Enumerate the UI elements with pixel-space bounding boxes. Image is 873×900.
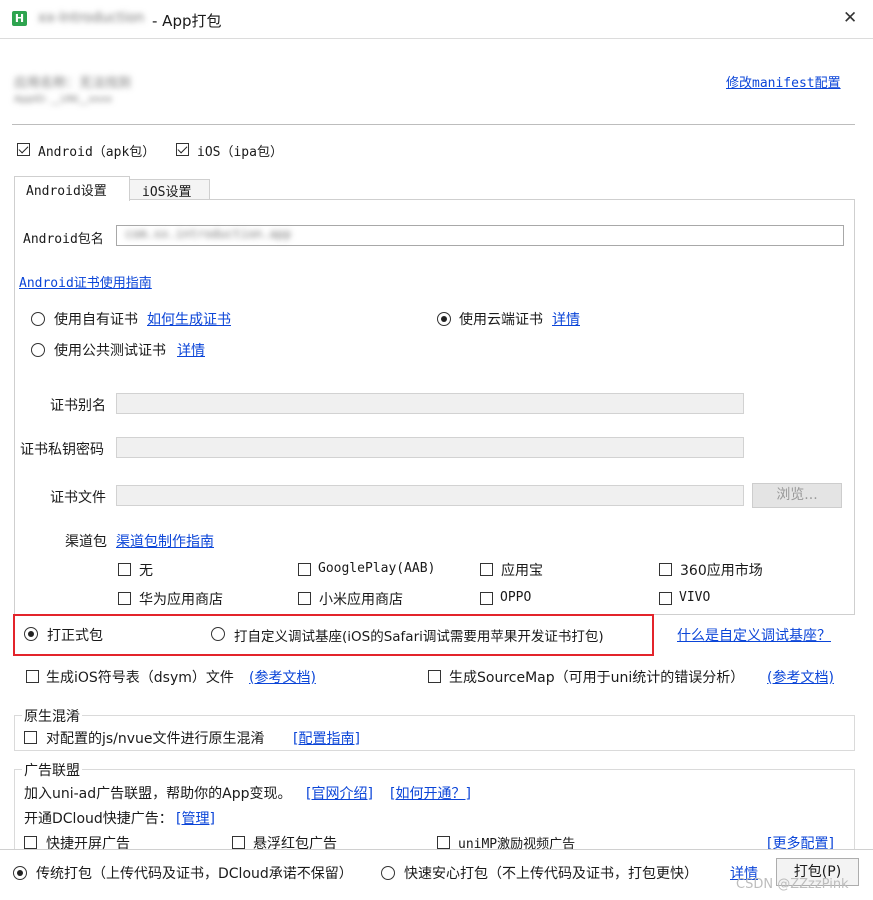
how-to-generate-cert-link[interactable]: 如何生成证书: [147, 309, 231, 329]
ads-how-to-open-link[interactable]: [如何开通？]: [390, 783, 471, 803]
unimp-video-ad-checkbox[interactable]: [437, 836, 450, 849]
ios-checkbox[interactable]: [176, 143, 189, 156]
channel-vivo-checkbox[interactable]: [659, 592, 672, 605]
splash-ad-label: 快捷开屏广告: [46, 836, 130, 849]
channel-360-checkbox[interactable]: [659, 563, 672, 576]
window-title: - App打包: [152, 12, 222, 30]
cert-file-label: 证书文件: [50, 490, 106, 506]
channel-xiaomi-label: 小米应用商店: [319, 592, 403, 608]
sourcemap-doc-link[interactable]: (参考文档): [767, 667, 834, 687]
red-packet-ad-label: 悬浮红包广告: [253, 836, 337, 849]
title-bar: H xx-Introduction - App打包 ✕: [0, 0, 873, 39]
channel-guide-link[interactable]: 渠道包制作指南: [116, 531, 214, 551]
package-name-input[interactable]: com.xx.introduction.app: [116, 225, 844, 246]
traditional-build-radio[interactable]: [13, 866, 27, 880]
dsym-checkbox[interactable]: [26, 670, 39, 683]
formal-package-radio[interactable]: [24, 627, 38, 641]
channel-huawei-label: 华为应用商店: [139, 592, 223, 608]
app-name: 应用名称：无法找到: [14, 76, 132, 91]
tab-android-label: Android设置: [26, 184, 107, 199]
ads-intro: 加入uni-ad广告联盟，帮助你的App变现。: [24, 786, 292, 802]
public-test-cert-radio[interactable]: [31, 343, 45, 357]
close-icon[interactable]: ✕: [843, 8, 857, 28]
dsym-label: 生成iOS符号表（dsym）文件: [46, 670, 234, 686]
tab-android-settings[interactable]: Android设置: [14, 176, 130, 201]
android-checkbox[interactable]: [17, 143, 30, 156]
browse-button[interactable]: 浏览...: [752, 483, 842, 508]
red-packet-ad-checkbox[interactable]: [232, 836, 245, 849]
fast-build-radio[interactable]: [381, 866, 395, 880]
more-config-link[interactable]: [更多配置]: [767, 833, 834, 849]
browse-button-label: 浏览...: [776, 487, 818, 503]
hbuilder-logo-icon: H: [12, 11, 27, 26]
channel-vivo-label: VIVO: [679, 590, 711, 605]
package-name-value: com.xx.introduction.app: [125, 227, 292, 241]
fast-build-label: 快速安心打包（不上传代码及证书，打包更快）: [404, 866, 698, 882]
tab-ios-label: iOS设置: [142, 185, 192, 200]
window-title-project: xx-Introduction: [38, 10, 145, 26]
channel-yingyongbao-checkbox[interactable]: [480, 563, 493, 576]
cert-password-label: 证书私钥密码: [20, 442, 104, 458]
package-name-label: Android包名: [23, 232, 104, 247]
cert-password-input[interactable]: [116, 437, 744, 458]
channel-360-label: 360应用市场: [680, 563, 763, 579]
dcloud-ads-label: 开通DCloud快捷广告：: [24, 811, 173, 827]
sourcemap-checkbox[interactable]: [428, 670, 441, 683]
channel-oppo-checkbox[interactable]: [480, 592, 493, 605]
dcloud-ads-manage-link[interactable]: [管理]: [176, 808, 215, 828]
formal-package-label: 打正式包: [47, 628, 103, 644]
obfuscation-label: 对配置的js/nvue文件进行原生混淆: [46, 731, 265, 747]
ads-official-intro-link[interactable]: [官网介绍]: [306, 783, 373, 803]
custom-debug-base-label: 打自定义调试基座(iOS的Safari调试需要用苹果开发证书打包): [234, 629, 604, 645]
custom-debug-base-radio[interactable]: [211, 627, 225, 641]
channel-oppo-label: OPPO: [500, 590, 532, 605]
app-id: AppID: __UNI__xxxx: [14, 94, 113, 105]
channel-huawei-checkbox[interactable]: [118, 592, 131, 605]
cert-file-input[interactable]: [116, 485, 744, 506]
unimp-video-ad-label: uniMP激励视频广告: [458, 837, 576, 849]
tab-ios-settings[interactable]: iOS设置: [128, 179, 210, 200]
what-is-custom-debug-base-link[interactable]: 什么是自定义调试基座？: [677, 625, 831, 645]
csdn-watermark: CSDN @ZZzzPink: [736, 877, 849, 892]
cloud-cert-radio[interactable]: [437, 312, 451, 326]
splash-ad-checkbox[interactable]: [24, 836, 37, 849]
channel-none-checkbox[interactable]: [118, 563, 131, 576]
sourcemap-label: 生成SourceMap（可用于uni统计的错误分析）: [449, 670, 745, 686]
footer-bar: 传统打包（上传代码及证书，DCloud承诺不保留） 快速安心打包（不上传代码及证…: [0, 849, 873, 900]
traditional-build-label: 传统打包（上传代码及证书，DCloud承诺不保留）: [36, 866, 353, 882]
cert-alias-input[interactable]: [116, 393, 744, 414]
cloud-cert-label: 使用云端证书: [459, 312, 543, 328]
own-cert-label: 使用自有证书: [54, 312, 138, 328]
channel-label: 渠道包: [65, 534, 107, 550]
own-cert-radio[interactable]: [31, 312, 45, 326]
channel-xiaomi-checkbox[interactable]: [298, 592, 311, 605]
obfuscation-guide-link[interactable]: [配置指南]: [293, 728, 360, 748]
public-test-cert-details-link[interactable]: 详情: [177, 340, 205, 360]
public-test-cert-label: 使用公共测试证书: [54, 343, 166, 359]
android-checkbox-label: Android（apk包）: [38, 145, 156, 160]
channel-googleplay-label: GooglePlay(AAB): [318, 561, 436, 576]
ads-title: 广告联盟: [22, 760, 82, 780]
dsym-doc-link[interactable]: (参考文档): [249, 667, 316, 687]
cloud-cert-details-link[interactable]: 详情: [552, 309, 580, 329]
android-cert-guide-link[interactable]: Android证书使用指南: [19, 272, 152, 291]
modify-manifest-link[interactable]: 修改manifest配置: [726, 72, 841, 91]
channel-none-label: 无: [139, 563, 153, 579]
ios-checkbox-label: iOS（ipa包）: [197, 145, 283, 160]
cert-alias-label: 证书别名: [50, 398, 106, 414]
channel-yingyongbao-label: 应用宝: [501, 563, 543, 579]
ads-items-row: 快捷开屏广告 悬浮红包广告 uniMP激励视频广告 [更多配置]: [0, 828, 873, 849]
channel-googleplay-checkbox[interactable]: [298, 563, 311, 576]
header-divider: [12, 124, 855, 125]
obfuscation-checkbox[interactable]: [24, 731, 37, 744]
obfuscation-title: 原生混淆: [22, 706, 82, 726]
